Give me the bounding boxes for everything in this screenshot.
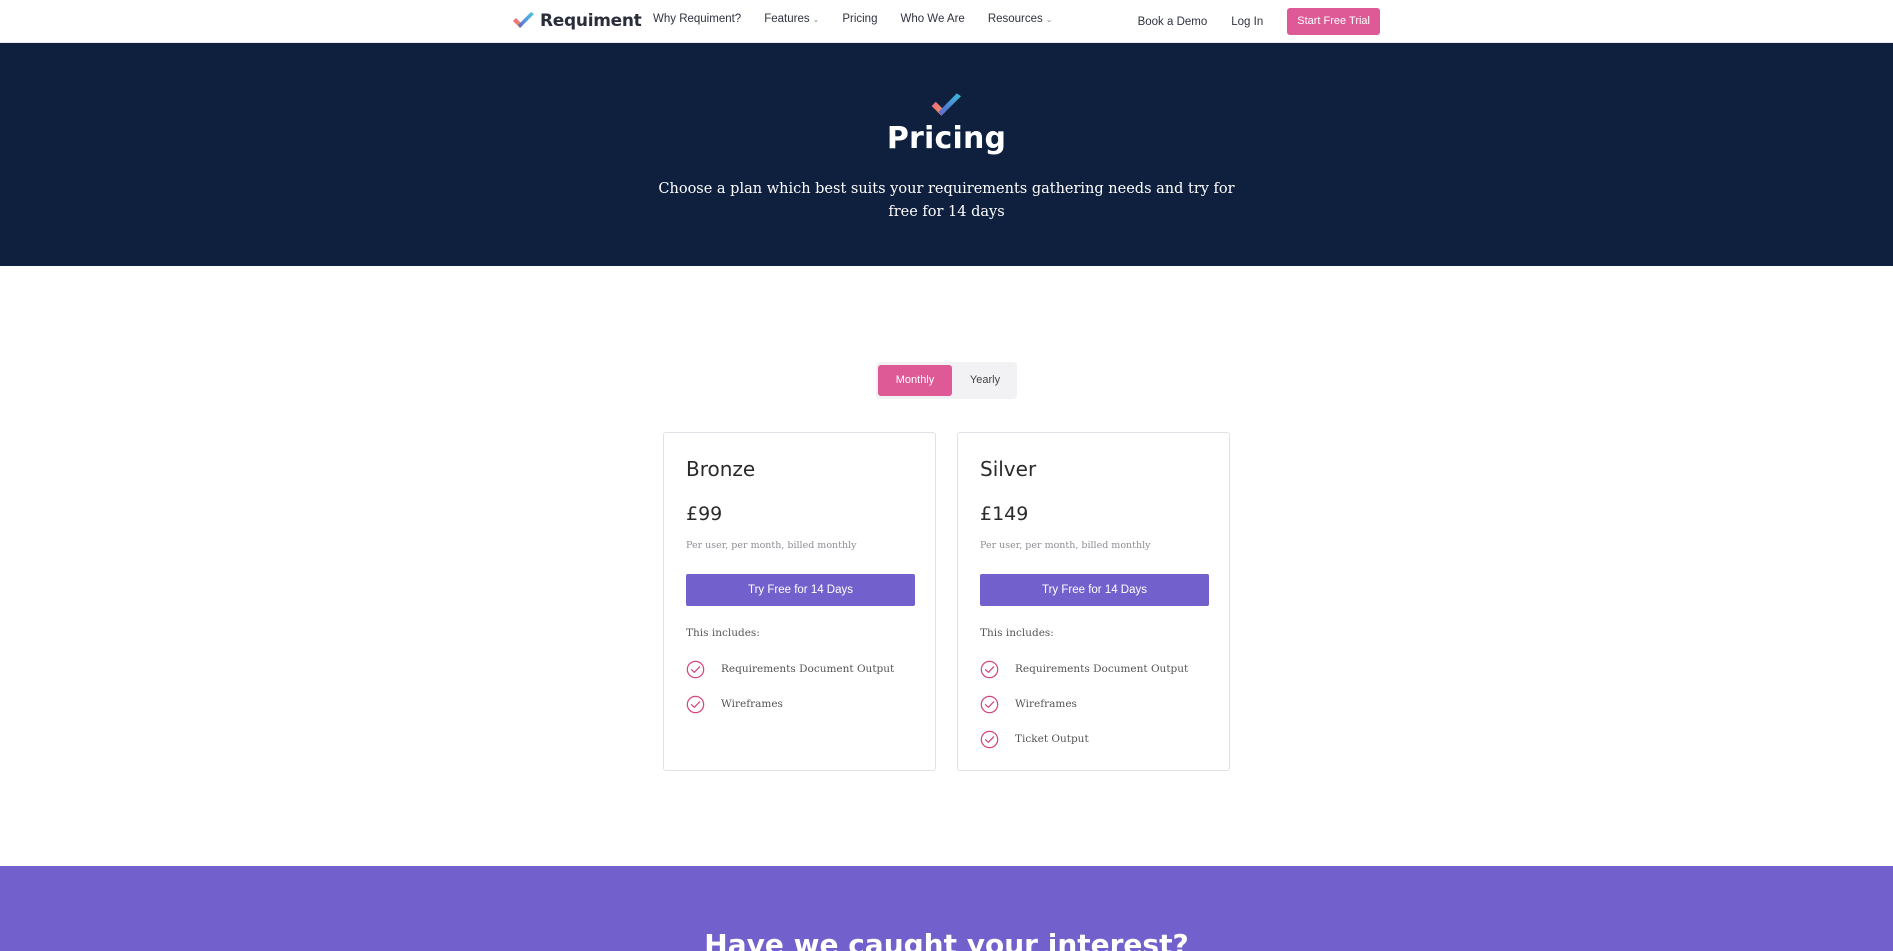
page-title: Pricing [886, 121, 1007, 156]
list-item: Wireframes [686, 694, 894, 714]
circle-check-icon [980, 695, 999, 713]
nav-link-label: Resources [987, 13, 1043, 25]
includes-label: This includes: [686, 627, 760, 639]
feature-list: Requirements Document Output Wireframes … [980, 659, 1188, 764]
plan-price: £149 [980, 503, 1029, 525]
plan-price: £99 [686, 503, 723, 525]
plan-card-silver: Silver £149 Per user, per month, billed … [957, 432, 1230, 771]
circle-check-icon [686, 660, 705, 678]
nav-link-label: Pricing [842, 13, 878, 25]
list-item: Ticket Output [980, 729, 1188, 749]
nav-link-why-requiment[interactable]: Why Requiment? [653, 13, 741, 25]
try-free-button[interactable]: Try Free for 14 Days [980, 574, 1209, 606]
brand-name: Requiment [540, 11, 642, 31]
nav-link-features[interactable]: Features ⌄ [764, 13, 819, 25]
billing-period-toggle: Monthly Yearly [876, 362, 1017, 399]
primary-nav: Why Requiment? Features ⌄ Pricing Who We … [653, 13, 1075, 25]
plan-billing-note: Per user, per month, billed monthly [686, 540, 857, 551]
toggle-monthly[interactable]: Monthly [878, 365, 952, 396]
includes-label: This includes: [980, 627, 1054, 639]
checkmark-logo-icon [931, 93, 961, 116]
feature-label: Requirements Document Output [721, 663, 895, 675]
feature-label: Wireframes [721, 698, 783, 710]
circle-check-icon [980, 660, 999, 678]
try-free-button[interactable]: Try Free for 14 Days [686, 574, 915, 606]
nav-link-label: Why Requiment? [653, 13, 742, 25]
nav-link-label: Features [764, 13, 810, 25]
nav-link-pricing[interactable]: Pricing [842, 13, 877, 25]
nav-actions: Book a Demo Log In Start Free Trial [1138, 8, 1380, 35]
chevron-down-icon: ⌄ [1045, 14, 1053, 24]
book-demo-link[interactable]: Book a Demo [1138, 16, 1208, 28]
plan-card-bronze: Bronze £99 Per user, per month, billed m… [663, 432, 936, 771]
nav-link-who-we-are[interactable]: Who We Are [900, 13, 964, 25]
nav-link-label: Who We Are [900, 13, 965, 25]
feature-label: Requirements Document Output [1015, 663, 1189, 675]
nav-link-resources[interactable]: Resources ⌄ [988, 13, 1053, 25]
start-free-trial-button[interactable]: Start Free Trial [1287, 8, 1380, 35]
list-item: Wireframes [980, 694, 1188, 714]
feature-label: Ticket Output [1015, 733, 1089, 745]
list-item: Requirements Document Output [980, 659, 1188, 679]
plan-billing-note: Per user, per month, billed monthly [980, 540, 1151, 551]
circle-check-icon [686, 695, 705, 713]
feature-list: Requirements Document Output Wireframes [686, 659, 894, 729]
top-nav: Requiment Why Requiment? Features ⌄ Prici… [0, 0, 1893, 43]
feature-label: Wireframes [1015, 698, 1077, 710]
cta-section: Have we caught your interest? [0, 866, 1893, 951]
page-subtitle: Choose a plan which best suits your requ… [658, 181, 1235, 220]
checkmark-logo-icon [513, 12, 534, 28]
login-link[interactable]: Log In [1231, 16, 1263, 28]
circle-check-icon [980, 730, 999, 748]
plan-name: Silver [980, 457, 1037, 481]
pricing-hero: Pricing Choose a plan which best suits y… [0, 43, 1893, 266]
plan-name: Bronze [686, 457, 756, 481]
cta-heading: Have we caught your interest? [704, 928, 1189, 951]
toggle-yearly[interactable]: Yearly [955, 365, 1015, 396]
chevron-down-icon: ⌄ [812, 14, 820, 24]
brand-logo[interactable]: Requiment [512, 10, 642, 32]
list-item: Requirements Document Output [686, 659, 894, 679]
